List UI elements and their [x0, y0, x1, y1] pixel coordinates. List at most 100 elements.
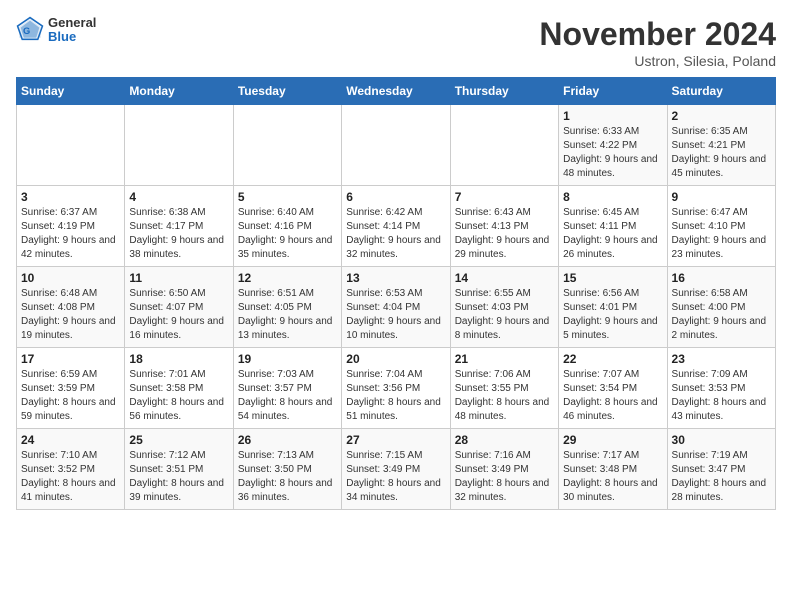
- day-number: 8: [563, 190, 662, 204]
- day-number: 19: [238, 352, 337, 366]
- day-number: 29: [563, 433, 662, 447]
- calendar-cell: 22 Sunrise: 7:07 AMSunset: 3:54 PMDayligh…: [559, 348, 667, 429]
- calendar-week-row: 17 Sunrise: 6:59 AMSunset: 3:59 PMDayligh…: [17, 348, 776, 429]
- calendar-cell: [17, 105, 125, 186]
- calendar-cell: 10Sunrise: 6:48 AMSunset: 4:08 PMDayligh…: [17, 267, 125, 348]
- day-info: Sunrise: 6:37 AMSunset: 4:19 PMDaylight:…: [21, 206, 120, 262]
- calendar-cell: 23 Sunrise: 7:09 AMSunset: 3:53 PMDayligh…: [667, 348, 775, 429]
- logo: G General Blue: [16, 16, 96, 45]
- day-number: 25: [129, 433, 228, 447]
- day-info: Sunrise: 7:06 AMSunset: 3:55 PMDaylight:…: [455, 368, 554, 424]
- day-number: 28: [455, 433, 554, 447]
- calendar-cell: [450, 105, 558, 186]
- calendar-cell: 26 Sunrise: 7:13 AMSunset: 3:50 PMDayligh…: [233, 429, 341, 510]
- calendar-cell: 7 Sunrise: 6:43 AMSunset: 4:13 PMDaylight…: [450, 186, 558, 267]
- day-info: Sunrise: 6:38 AMSunset: 4:17 PMDaylight:…: [129, 206, 228, 262]
- day-number: 26: [238, 433, 337, 447]
- day-number: 30: [672, 433, 771, 447]
- day-number: 18: [129, 352, 228, 366]
- day-info: Sunrise: 6:42 AMSunset: 4:14 PMDaylight:…: [346, 206, 445, 262]
- day-info: Sunrise: 6:51 AMSunset: 4:05 PMDaylight:…: [238, 287, 337, 343]
- weekday-header: Wednesday: [342, 78, 450, 105]
- day-info: Sunrise: 6:58 AMSunset: 4:00 PMDaylight:…: [672, 287, 771, 343]
- logo-icon: G: [16, 16, 44, 44]
- calendar-cell: 25 Sunrise: 7:12 AMSunset: 3:51 PMDayligh…: [125, 429, 233, 510]
- logo-text: General Blue: [48, 16, 96, 45]
- calendar-week-row: 10Sunrise: 6:48 AMSunset: 4:08 PMDayligh…: [17, 267, 776, 348]
- day-info: Sunrise: 7:12 AMSunset: 3:51 PMDaylight:…: [129, 449, 228, 505]
- day-number: 22: [563, 352, 662, 366]
- weekday-row: SundayMondayTuesdayWednesdayThursdayFrid…: [17, 78, 776, 105]
- calendar-cell: [233, 105, 341, 186]
- calendar-week-row: 1 Sunrise: 6:33 AMSunset: 4:22 PMDaylight…: [17, 105, 776, 186]
- month-title: November 2024: [539, 16, 776, 53]
- calendar-cell: 18Sunrise: 7:01 AMSunset: 3:58 PMDayligh…: [125, 348, 233, 429]
- day-info: Sunrise: 7:04 AMSunset: 3:56 PMDaylight:…: [346, 368, 445, 424]
- day-info: Sunrise: 7:17 AMSunset: 3:48 PMDaylight:…: [563, 449, 662, 505]
- svg-text:G: G: [23, 26, 30, 36]
- weekday-header: Monday: [125, 78, 233, 105]
- page-header: G General Blue November 2024 Ustron, Sil…: [16, 16, 776, 69]
- day-number: 12: [238, 271, 337, 285]
- day-number: 3: [21, 190, 120, 204]
- location: Ustron, Silesia, Poland: [539, 53, 776, 69]
- calendar-cell: 2 Sunrise: 6:35 AMSunset: 4:21 PMDaylight…: [667, 105, 775, 186]
- weekday-header: Tuesday: [233, 78, 341, 105]
- day-info: Sunrise: 7:09 AMSunset: 3:53 PMDaylight:…: [672, 368, 771, 424]
- day-number: 5: [238, 190, 337, 204]
- day-number: 17: [21, 352, 120, 366]
- day-number: 21: [455, 352, 554, 366]
- day-info: Sunrise: 7:07 AMSunset: 3:54 PMDaylight:…: [563, 368, 662, 424]
- day-info: Sunrise: 7:19 AMSunset: 3:47 PMDaylight:…: [672, 449, 771, 505]
- calendar-cell: 20 Sunrise: 7:04 AMSunset: 3:56 PMDayligh…: [342, 348, 450, 429]
- calendar-cell: 24Sunrise: 7:10 AMSunset: 3:52 PMDayligh…: [17, 429, 125, 510]
- day-number: 14: [455, 271, 554, 285]
- day-info: Sunrise: 6:33 AMSunset: 4:22 PMDaylight:…: [563, 125, 662, 181]
- day-number: 23: [672, 352, 771, 366]
- title-area: November 2024 Ustron, Silesia, Poland: [539, 16, 776, 69]
- calendar-cell: 17 Sunrise: 6:59 AMSunset: 3:59 PMDayligh…: [17, 348, 125, 429]
- day-info: Sunrise: 6:43 AMSunset: 4:13 PMDaylight:…: [455, 206, 554, 262]
- day-number: 2: [672, 109, 771, 123]
- day-number: 11: [129, 271, 228, 285]
- calendar-cell: 28 Sunrise: 7:16 AMSunset: 3:49 PMDayligh…: [450, 429, 558, 510]
- calendar-cell: 29 Sunrise: 7:17 AMSunset: 3:48 PMDayligh…: [559, 429, 667, 510]
- day-info: Sunrise: 6:50 AMSunset: 4:07 PMDaylight:…: [129, 287, 228, 343]
- day-info: Sunrise: 6:47 AMSunset: 4:10 PMDaylight:…: [672, 206, 771, 262]
- day-info: Sunrise: 6:40 AMSunset: 4:16 PMDaylight:…: [238, 206, 337, 262]
- calendar-header: SundayMondayTuesdayWednesdayThursdayFrid…: [17, 78, 776, 105]
- calendar-cell: [125, 105, 233, 186]
- calendar-cell: 6Sunrise: 6:42 AMSunset: 4:14 PMDaylight…: [342, 186, 450, 267]
- day-number: 13: [346, 271, 445, 285]
- day-info: Sunrise: 7:10 AMSunset: 3:52 PMDaylight:…: [21, 449, 120, 505]
- logo-blue: Blue: [48, 30, 96, 44]
- day-info: Sunrise: 7:15 AMSunset: 3:49 PMDaylight:…: [346, 449, 445, 505]
- calendar-cell: 30 Sunrise: 7:19 AMSunset: 3:47 PMDayligh…: [667, 429, 775, 510]
- weekday-header: Thursday: [450, 78, 558, 105]
- calendar-cell: 13 Sunrise: 6:53 AMSunset: 4:04 PMDayligh…: [342, 267, 450, 348]
- day-info: Sunrise: 7:13 AMSunset: 3:50 PMDaylight:…: [238, 449, 337, 505]
- weekday-header: Friday: [559, 78, 667, 105]
- calendar-cell: 9Sunrise: 6:47 AMSunset: 4:10 PMDaylight…: [667, 186, 775, 267]
- day-number: 4: [129, 190, 228, 204]
- calendar-cell: 8Sunrise: 6:45 AMSunset: 4:11 PMDaylight…: [559, 186, 667, 267]
- calendar-cell: 4 Sunrise: 6:38 AMSunset: 4:17 PMDaylight…: [125, 186, 233, 267]
- day-number: 7: [455, 190, 554, 204]
- calendar-cell: 15Sunrise: 6:56 AMSunset: 4:01 PMDayligh…: [559, 267, 667, 348]
- calendar-cell: 12 Sunrise: 6:51 AMSunset: 4:05 PMDayligh…: [233, 267, 341, 348]
- calendar-cell: 19Sunrise: 7:03 AMSunset: 3:57 PMDayligh…: [233, 348, 341, 429]
- day-number: 1: [563, 109, 662, 123]
- day-number: 16: [672, 271, 771, 285]
- day-number: 15: [563, 271, 662, 285]
- day-info: Sunrise: 6:35 AMSunset: 4:21 PMDaylight:…: [672, 125, 771, 181]
- weekday-header: Saturday: [667, 78, 775, 105]
- calendar-week-row: 3 Sunrise: 6:37 AMSunset: 4:19 PMDaylight…: [17, 186, 776, 267]
- day-number: 10: [21, 271, 120, 285]
- day-info: Sunrise: 6:53 AMSunset: 4:04 PMDaylight:…: [346, 287, 445, 343]
- day-number: 20: [346, 352, 445, 366]
- day-info: Sunrise: 7:16 AMSunset: 3:49 PMDaylight:…: [455, 449, 554, 505]
- calendar-cell: 11 Sunrise: 6:50 AMSunset: 4:07 PMDayligh…: [125, 267, 233, 348]
- calendar-cell: 5 Sunrise: 6:40 AMSunset: 4:16 PMDaylight…: [233, 186, 341, 267]
- day-info: Sunrise: 6:59 AMSunset: 3:59 PMDaylight:…: [21, 368, 120, 424]
- calendar-cell: 14Sunrise: 6:55 AMSunset: 4:03 PMDayligh…: [450, 267, 558, 348]
